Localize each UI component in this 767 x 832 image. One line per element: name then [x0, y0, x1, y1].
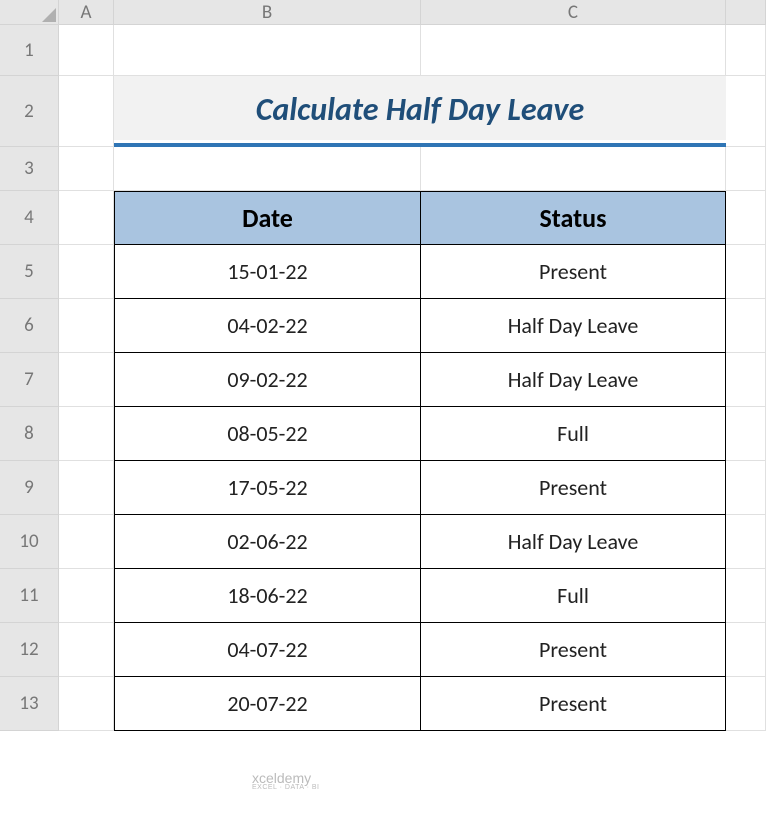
table-row[interactable]: 20-07-22 [114, 677, 421, 731]
cell-D9[interactable] [726, 461, 766, 515]
row-header-1[interactable]: 1 [0, 25, 59, 76]
table-row[interactable]: 17-05-22 [114, 461, 421, 515]
table-row[interactable]: Full [421, 407, 726, 461]
table-row[interactable]: Half Day Leave [421, 299, 726, 353]
watermark: xceldemy EXCEL · DATA · BI [252, 770, 320, 791]
table-row[interactable]: Half Day Leave [421, 353, 726, 407]
cell-C3[interactable] [421, 147, 726, 191]
table-row[interactable]: Present [421, 623, 726, 677]
row-header-5[interactable]: 5 [0, 245, 59, 299]
cell-A9[interactable] [59, 461, 114, 515]
cell-D5[interactable] [726, 245, 766, 299]
table-row[interactable]: Present [421, 245, 726, 299]
cell-A5[interactable] [59, 245, 114, 299]
row-header-6[interactable]: 6 [0, 299, 59, 353]
page-title[interactable]: Calculate Half Day Leave [114, 76, 726, 147]
cell-A2[interactable] [59, 76, 114, 147]
cell-D1[interactable] [726, 25, 766, 76]
cell-D4[interactable] [726, 191, 766, 245]
col-header-next[interactable] [726, 0, 766, 25]
row-header-8[interactable]: 8 [0, 407, 59, 461]
cell-A13[interactable] [59, 677, 114, 731]
table-row[interactable]: 04-02-22 [114, 299, 421, 353]
cell-A6[interactable] [59, 299, 114, 353]
row-header-7[interactable]: 7 [0, 353, 59, 407]
watermark-brand: xceldemy [252, 770, 311, 786]
table-header-status[interactable]: Status [421, 191, 726, 245]
row-header-3[interactable]: 3 [0, 147, 59, 191]
cell-D2[interactable] [726, 76, 766, 147]
cell-B1[interactable] [114, 25, 421, 76]
col-header-A[interactable]: A [59, 0, 114, 25]
table-row[interactable]: Half Day Leave [421, 515, 726, 569]
row-header-4[interactable]: 4 [0, 191, 59, 245]
cell-A10[interactable] [59, 515, 114, 569]
table-row[interactable]: 15-01-22 [114, 245, 421, 299]
col-header-C[interactable]: C [421, 0, 726, 25]
watermark-tagline: EXCEL · DATA · BI [252, 784, 320, 791]
row-header-11[interactable]: 11 [0, 569, 59, 623]
table-row[interactable]: Full [421, 569, 726, 623]
row-header-12[interactable]: 12 [0, 623, 59, 677]
cell-D12[interactable] [726, 623, 766, 677]
row-header-13[interactable]: 13 [0, 677, 59, 731]
cell-A12[interactable] [59, 623, 114, 677]
cell-D8[interactable] [726, 407, 766, 461]
cell-D10[interactable] [726, 515, 766, 569]
cell-A3[interactable] [59, 147, 114, 191]
spreadsheet-grid: A B C 1 2 3 4 5 6 7 8 9 10 11 12 13 Calc… [0, 0, 767, 731]
table-row[interactable]: Present [421, 461, 726, 515]
cell-C1[interactable] [421, 25, 726, 76]
table-row[interactable]: 09-02-22 [114, 353, 421, 407]
cell-A11[interactable] [59, 569, 114, 623]
cell-B3[interactable] [114, 147, 421, 191]
cell-D6[interactable] [726, 299, 766, 353]
table-row[interactable]: 02-06-22 [114, 515, 421, 569]
select-all-corner[interactable] [0, 0, 59, 25]
cell-A4[interactable] [59, 191, 114, 245]
cell-D11[interactable] [726, 569, 766, 623]
cell-A1[interactable] [59, 25, 114, 76]
table-row[interactable]: 08-05-22 [114, 407, 421, 461]
row-header-10[interactable]: 10 [0, 515, 59, 569]
table-row[interactable]: 18-06-22 [114, 569, 421, 623]
table-row[interactable]: 04-07-22 [114, 623, 421, 677]
row-header-9[interactable]: 9 [0, 461, 59, 515]
col-header-B[interactable]: B [114, 0, 421, 25]
row-header-2[interactable]: 2 [0, 76, 59, 147]
table-header-date[interactable]: Date [114, 191, 421, 245]
cell-D7[interactable] [726, 353, 766, 407]
select-all-triangle-icon [42, 8, 56, 22]
cell-A7[interactable] [59, 353, 114, 407]
cell-D3[interactable] [726, 147, 766, 191]
table-row[interactable]: Present [421, 677, 726, 731]
cell-D13[interactable] [726, 677, 766, 731]
cell-A8[interactable] [59, 407, 114, 461]
